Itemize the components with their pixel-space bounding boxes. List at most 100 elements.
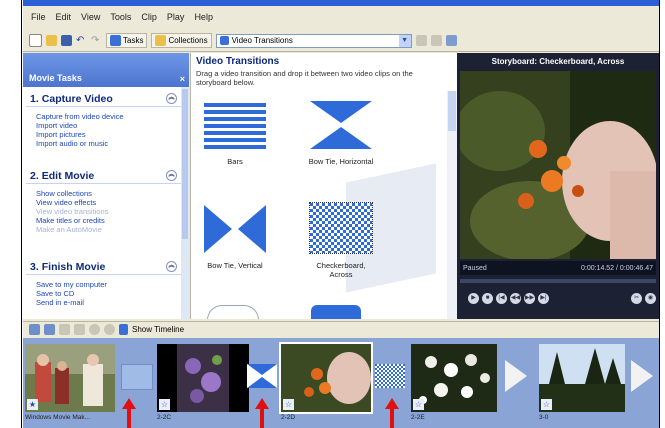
menu-help[interactable]: Help — [194, 12, 213, 22]
transition-tile-partial[interactable] — [207, 305, 259, 319]
task-link[interactable]: View video effects — [36, 198, 181, 207]
task-link[interactable]: Show collections — [36, 189, 181, 198]
menu-bar: File Edit View Tools Clip Play Help — [23, 6, 659, 28]
transition-slot-empty-arrow[interactable] — [631, 360, 653, 392]
task-link[interactable]: Make titles or credits — [36, 216, 181, 225]
up-level-icon[interactable] — [415, 35, 427, 46]
storyboard-clip[interactable]: ☆ 2-2C — [157, 344, 249, 421]
clip-label: 3-0 — [539, 414, 549, 421]
tasks-button[interactable]: Tasks — [106, 33, 148, 48]
task-link[interactable]: Import video — [36, 121, 181, 130]
transition-slot-empty[interactable] — [121, 364, 153, 390]
chevron-up-icon[interactable]: ︽ — [166, 93, 177, 104]
task-link[interactable]: Capture from video device — [36, 112, 181, 121]
menu-file[interactable]: File — [31, 12, 46, 22]
previous-frame-icon[interactable]: |◀ — [496, 292, 507, 304]
section-number: 1. — [30, 92, 39, 105]
rewind-icon[interactable]: ◀◀ — [510, 292, 521, 304]
task-link[interactable]: Import audio or music — [36, 139, 181, 148]
task-link[interactable]: Import pictures — [36, 130, 181, 139]
stop-icon[interactable]: ■ — [482, 292, 493, 304]
bow-tie-vertical-thumbnail — [204, 205, 266, 253]
menu-play[interactable]: Play — [167, 12, 185, 22]
task-link[interactable]: Save to my computer — [36, 280, 181, 289]
narrate-icon[interactable] — [44, 324, 55, 335]
bars-thumbnail — [204, 101, 266, 149]
clip-thumbnail — [157, 344, 249, 412]
transition-slot-bow-tie[interactable] — [247, 364, 277, 388]
collections-label: Collections — [168, 36, 208, 45]
collection-combo[interactable]: Video Transitions ▼ — [215, 33, 412, 48]
close-icon[interactable]: × — [180, 74, 185, 84]
transition-tile-checkerboard-across[interactable]: Checkerboard, Across — [305, 202, 377, 279]
views-icon[interactable] — [445, 35, 457, 46]
section-title: Finish Movie — [41, 260, 106, 273]
gallery-scrollbar[interactable] — [447, 91, 457, 319]
task-link[interactable]: View video transitions — [36, 207, 181, 216]
preview-screen — [460, 71, 656, 259]
storyboard-clip-selected[interactable]: ☆ 2-2D — [279, 342, 373, 421]
redo-icon[interactable]: ↷ — [91, 35, 102, 46]
clip-label: 2-2C — [157, 414, 172, 421]
rewind-storyboard-icon[interactable] — [89, 324, 100, 335]
undo-icon[interactable]: ↶ — [76, 35, 87, 46]
menu-clip[interactable]: Clip — [141, 12, 157, 22]
menu-view[interactable]: View — [81, 12, 100, 22]
storyboard-toolbar: Show Timeline — [23, 321, 659, 337]
transition-tile-bow-tie-horizontal[interactable]: Bow Tie, Horizontal — [305, 101, 377, 166]
gallery-title: Video Transitions — [196, 56, 280, 67]
next-frame-icon[interactable]: ▶| — [538, 292, 549, 304]
chevron-down-icon[interactable]: ▼ — [398, 34, 411, 47]
transition-tile-bars[interactable]: Bars — [199, 101, 271, 166]
save-icon[interactable] — [61, 35, 72, 46]
tile-label: Bars — [227, 157, 243, 166]
preview-monitor: Storyboard: Checkerboard, Across Paused … — [457, 53, 659, 319]
star-icon: ☆ — [159, 399, 170, 410]
preview-image — [460, 71, 656, 259]
menu-tools[interactable]: Tools — [110, 12, 131, 22]
clip-label: 2-2E — [411, 414, 425, 421]
play-icon[interactable]: ▶ — [468, 292, 479, 304]
seek-bar[interactable] — [460, 279, 656, 283]
chevron-up-icon[interactable]: ︽ — [166, 170, 177, 181]
star-icon: ☆ — [283, 399, 294, 410]
storyboard-clip[interactable]: ☆ 2-2E — [411, 344, 497, 421]
section-header[interactable]: 3. Finish Movie ︽ — [26, 259, 181, 275]
collections-button[interactable]: Collections — [151, 33, 212, 48]
tile-label: Bow Tie, Horizontal — [308, 157, 374, 166]
scrollbar-thumb[interactable] — [182, 89, 188, 239]
task-link[interactable]: Send in e-mail — [36, 298, 181, 307]
zoom-out-icon[interactable] — [74, 324, 85, 335]
task-link[interactable]: Save to CD — [36, 289, 181, 298]
section-header[interactable]: 2. Edit Movie ︽ — [26, 168, 181, 184]
zoom-in-icon[interactable] — [59, 324, 70, 335]
star-icon: ★ — [27, 399, 38, 410]
storyboard-icon[interactable] — [29, 324, 40, 335]
section-header[interactable]: 1. Capture Video ︽ — [26, 91, 181, 107]
storyboard-clip[interactable]: ☆ 3-0 — [539, 344, 625, 421]
playback-status: Paused — [463, 264, 487, 272]
toolbar: ↶ ↷ Tasks Collections Video Transitions ▼ — [23, 30, 659, 52]
section-number: 3. — [30, 260, 39, 273]
chevron-up-icon[interactable]: ︽ — [166, 261, 177, 272]
play-storyboard-icon[interactable] — [104, 324, 115, 335]
new-collection-icon[interactable] — [430, 35, 442, 46]
new-project-icon[interactable] — [29, 34, 42, 47]
transition-slot-empty-arrow[interactable] — [505, 360, 527, 392]
split-clip-icon[interactable]: ✂ — [631, 292, 642, 304]
movie-tasks-title: Movie Tasks — [29, 73, 82, 83]
tasks-scrollbar[interactable] — [181, 87, 189, 319]
fast-forward-icon[interactable]: ▶▶ — [524, 292, 535, 304]
section-number: 2. — [30, 169, 39, 182]
open-folder-icon[interactable] — [46, 35, 57, 46]
menu-edit[interactable]: Edit — [56, 12, 72, 22]
show-timeline-button[interactable]: Show Timeline — [132, 325, 184, 334]
take-picture-icon[interactable]: ◉ — [645, 292, 656, 304]
transition-tile-bow-tie-vertical[interactable]: Bow Tie, Vertical — [199, 205, 271, 270]
transition-slot-checkerboard[interactable] — [375, 364, 405, 388]
scrollbar-thumb[interactable] — [448, 91, 456, 131]
annotation-arrow-shaft — [127, 408, 131, 428]
transition-tile-partial[interactable] — [311, 305, 361, 319]
storyboard-clip[interactable]: ★ Windows Movie Mak... — [25, 344, 115, 421]
task-link[interactable]: Make an AutoMovie — [36, 225, 181, 234]
